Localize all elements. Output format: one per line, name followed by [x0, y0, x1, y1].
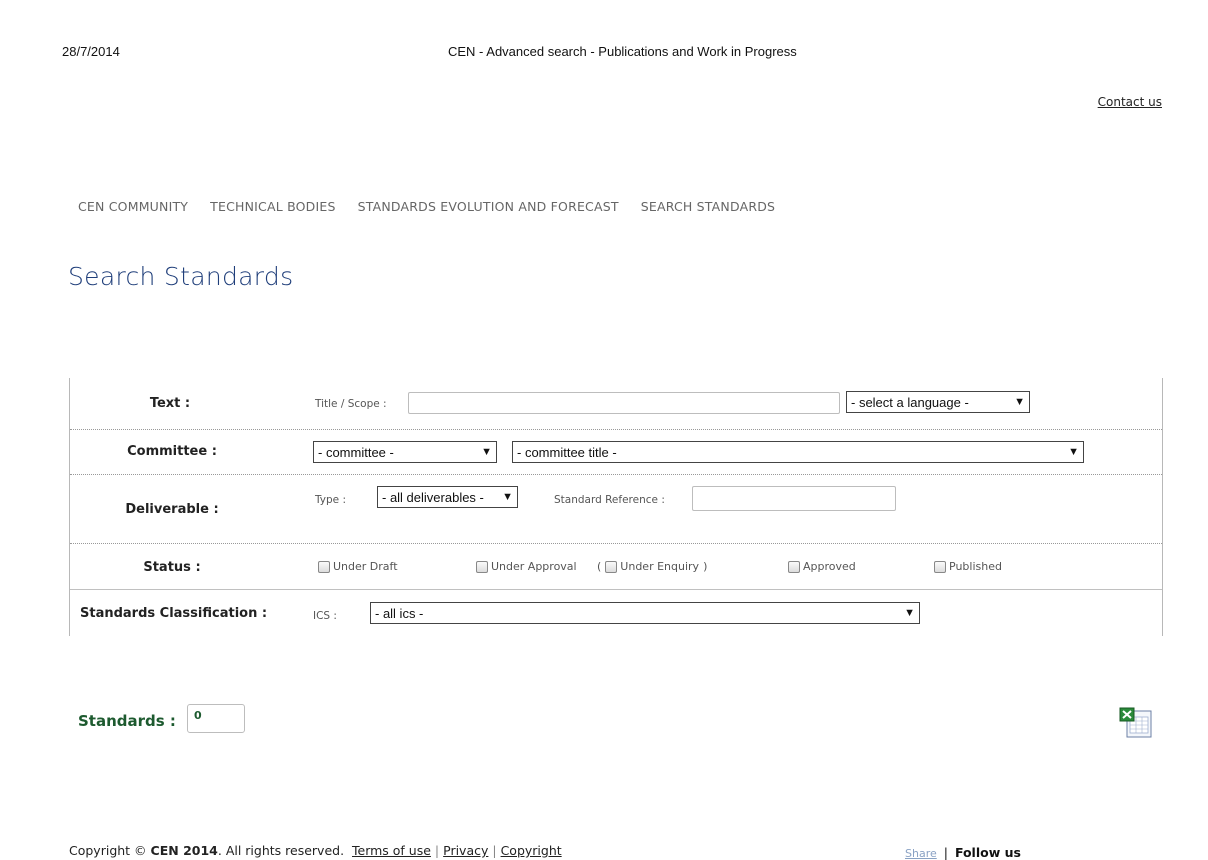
dropdown-arrow-icon: ▼ [502, 491, 513, 503]
checkbox-icon [318, 560, 330, 573]
ics-select[interactable]: - all ics - ▼ [370, 602, 920, 624]
approved-checkbox[interactable]: Approved [788, 560, 856, 573]
under-approval-label: Under Approval [491, 560, 577, 573]
nav-item-standards-evolution[interactable]: STANDARDS EVOLUTION AND FORECAST [358, 199, 619, 214]
nav-item-search-standards[interactable]: SEARCH STANDARDS [641, 199, 775, 214]
print-page-title: CEN - Advanced search - Publications and… [448, 44, 797, 59]
under-enquiry-label[interactable]: Under Enquiry [620, 560, 699, 573]
text-row-label: Text : [149, 396, 191, 411]
classification-row-label: Standards Classification : [80, 606, 268, 621]
row-divider [70, 429, 1162, 430]
committee-title-select-value: - committee title - [517, 444, 617, 460]
dropdown-arrow-icon: ▼ [1068, 446, 1079, 458]
checkbox-icon [476, 560, 488, 573]
ics-label: ICS : [313, 610, 337, 622]
approved-label: Approved [803, 560, 856, 573]
committee-select[interactable]: - committee - ▼ [313, 441, 497, 463]
under-approval-checkbox[interactable]: Under Approval [476, 560, 577, 573]
search-form: Text : Title / Scope : - select a langua… [69, 378, 1163, 636]
row-divider [70, 589, 1162, 590]
footer-copyright: Copyright © CEN 2014. All rights reserve… [69, 843, 562, 858]
standards-count-label: Standards : [78, 712, 176, 730]
paren-open: ( [597, 560, 602, 573]
type-label: Type : [315, 494, 346, 506]
nav-item-technical-bodies[interactable]: TECHNICAL BODIES [210, 199, 335, 214]
copyright-link[interactable]: Copyright [501, 843, 562, 858]
title-scope-label: Title / Scope : [315, 398, 387, 410]
committee-title-select[interactable]: - committee title - ▼ [512, 441, 1084, 463]
terms-of-use-link[interactable]: Terms of use [352, 843, 431, 858]
page-title: Search Standards [68, 262, 294, 291]
checkbox-icon[interactable] [605, 560, 618, 573]
dropdown-arrow-icon: ▼ [481, 446, 492, 458]
main-nav: CEN COMMUNITY TECHNICAL BODIES STANDARDS… [78, 199, 775, 214]
dropdown-arrow-icon: ▼ [904, 607, 915, 619]
standards-count-field: 0 [187, 704, 245, 733]
under-draft-label: Under Draft [333, 560, 398, 573]
published-label: Published [949, 560, 1002, 573]
dropdown-arrow-icon: ▼ [1014, 396, 1025, 408]
language-select[interactable]: - select a language - ▼ [846, 391, 1030, 413]
deliverable-type-select-value: - all deliverables - [382, 489, 484, 505]
published-checkbox[interactable]: Published [934, 560, 1002, 573]
title-scope-input[interactable] [408, 392, 840, 414]
nav-item-cen-community[interactable]: CEN COMMUNITY [78, 199, 188, 214]
status-row-label: Status : [143, 560, 201, 575]
footer-separator: | [492, 843, 497, 858]
copyright-org: CEN 2014 [150, 843, 218, 858]
committee-select-value: - committee - [318, 444, 394, 460]
row-divider [70, 543, 1162, 544]
share-link[interactable]: Share [905, 847, 937, 860]
contact-us-link[interactable]: Contact us [1098, 95, 1162, 109]
paren-close: ) [703, 560, 708, 573]
checkbox-icon [934, 560, 946, 573]
under-draft-checkbox[interactable]: Under Draft [318, 560, 398, 573]
deliverable-type-select[interactable]: - all deliverables - ▼ [377, 486, 518, 508]
excel-icon[interactable] [1118, 706, 1154, 740]
row-divider [70, 474, 1162, 475]
under-enquiry-group: ( Under Enquiry ) [597, 560, 707, 573]
deliverable-row-label: Deliverable : [125, 502, 219, 517]
print-date: 28/7/2014 [62, 44, 120, 59]
checkbox-icon [788, 560, 800, 573]
copyright-prefix: Copyright © [69, 843, 147, 858]
ics-select-value: - all ics - [375, 605, 424, 621]
committee-row-label: Committee : [127, 444, 217, 459]
footer-separator: | [434, 843, 440, 858]
copyright-rights: . All rights reserved. [217, 843, 345, 858]
language-select-value: - select a language - [851, 394, 969, 410]
standard-reference-label: Standard Reference : [554, 494, 665, 506]
privacy-link[interactable]: Privacy [443, 843, 488, 858]
standard-reference-input[interactable] [692, 486, 896, 511]
